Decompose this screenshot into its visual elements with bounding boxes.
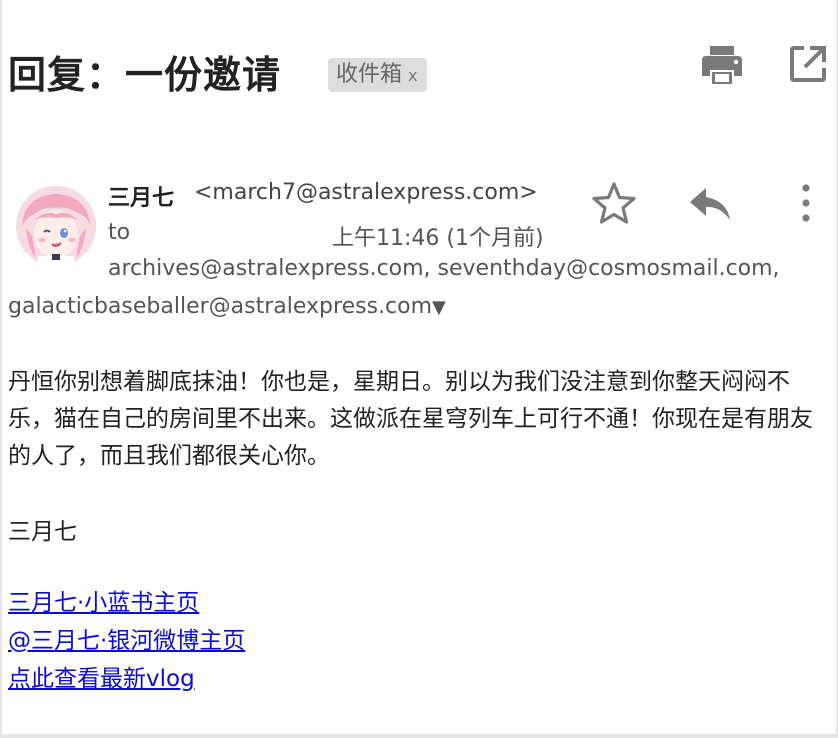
more-vertical-icon — [802, 184, 810, 222]
open-in-new-window-button[interactable] — [788, 44, 828, 84]
remove-label-button[interactable]: x — [408, 66, 417, 85]
inbox-label-chip[interactable]: 收件箱 x — [328, 58, 428, 92]
sent-time: 上午11:46 (1个月前) — [332, 226, 544, 251]
open-in-new-window-icon — [790, 46, 826, 82]
signature-links: 三月七·小蓝书主页 @三月七·银河微博主页 点此查看最新vlog — [8, 584, 245, 698]
sender-avatar[interactable] — [16, 186, 96, 266]
to-label: to — [108, 220, 131, 245]
window-bottom-border — [0, 734, 838, 738]
recipients-list-line1: archives@astralexpress.com, seventhday@c… — [108, 256, 780, 281]
more-options-button[interactable] — [794, 182, 818, 224]
message-body: 丹恒你别想着脚底抹油！你也是，星期日。别以为我们没注意到你整天闷闷不乐，猫在自己… — [8, 369, 813, 469]
email-subject: 回复：一份邀请 — [8, 53, 282, 97]
window-left-border — [0, 0, 2, 738]
sender-email: <march7@astralexpress.com> — [194, 180, 538, 205]
recipients-list-line2: galacticbaseballer@astralexpress.com▼ — [8, 294, 446, 319]
reply-button[interactable] — [686, 184, 734, 224]
sender-avatar-image — [16, 186, 96, 266]
print-icon — [702, 46, 742, 84]
star-icon — [592, 182, 636, 224]
reply-icon — [690, 188, 730, 220]
galaxy-weibo-homepage-link[interactable]: @三月七·银河微博主页 — [8, 622, 245, 660]
xiaolanshu-homepage-link[interactable]: 三月七·小蓝书主页 — [8, 584, 245, 622]
recipients-expand-toggle[interactable]: ▼ — [432, 297, 446, 318]
message-signature: 三月七 — [8, 519, 77, 545]
star-button[interactable] — [590, 180, 638, 226]
recipients-list-text: galacticbaseballer@astralexpress.com — [8, 294, 433, 319]
print-button[interactable] — [700, 44, 744, 86]
latest-vlog-link[interactable]: 点此查看最新vlog — [8, 660, 245, 698]
inbox-label-text: 收件箱 — [336, 62, 403, 87]
sender-name: 三月七 — [108, 186, 175, 211]
